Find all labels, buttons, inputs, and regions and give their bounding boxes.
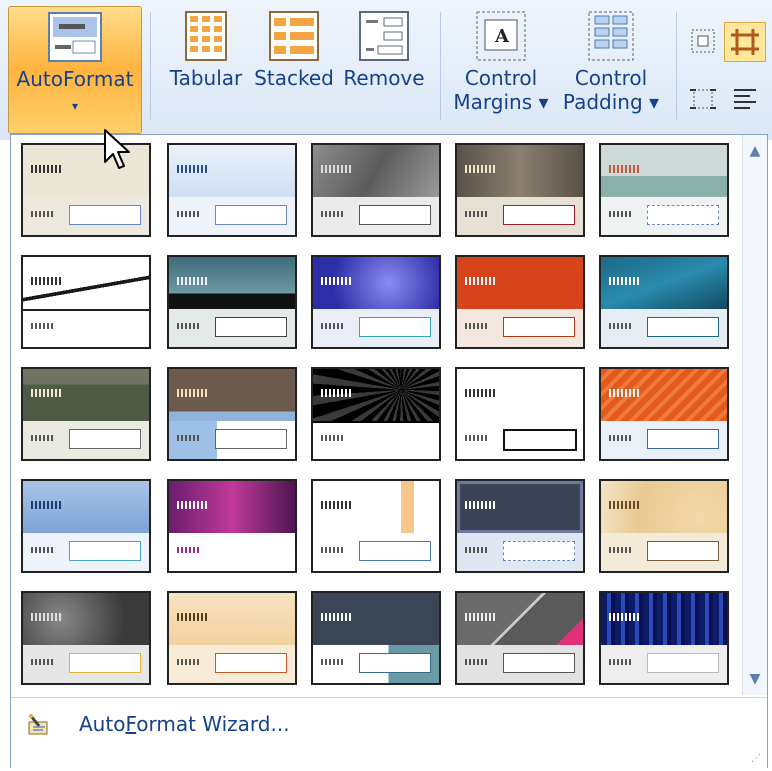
autoformat-style-20[interactable] <box>599 479 729 573</box>
control-padding-label-2: Padding ▾ <box>562 90 660 114</box>
wizard-label-accelerator: F <box>125 712 137 736</box>
autoformat-style-25[interactable] <box>599 591 729 685</box>
selected-layout-button[interactable] <box>724 22 766 62</box>
control-margins-button[interactable]: A Control Margins ▾ <box>450 6 552 126</box>
control-margins-label-2: Margins ▾ <box>453 90 549 114</box>
autoformat-wizard-menu-item[interactable]: AutoFormat Wizard... <box>79 712 290 736</box>
autoformat-style-17[interactable] <box>167 479 297 573</box>
autoformat-style-19[interactable] <box>455 479 585 573</box>
tabular-layout-icon <box>185 11 227 61</box>
remove-layout-icon <box>359 11 409 61</box>
align-icon[interactable] <box>730 84 760 114</box>
autoformat-style-18[interactable] <box>311 479 441 573</box>
autoformat-style-21[interactable] <box>21 591 151 685</box>
stacked-button[interactable]: Stacked <box>252 6 336 126</box>
autoformat-style-9[interactable] <box>455 255 585 349</box>
mouse-cursor-icon <box>104 129 130 169</box>
wizard-label-part: Auto <box>79 712 126 736</box>
control-padding-label-1: Control <box>574 66 648 90</box>
gallery-scrollbar[interactable]: ▲ ▼ <box>742 135 767 695</box>
stacked-label: Stacked <box>254 66 334 90</box>
dropdown-arrow-icon: ▾ <box>71 99 79 113</box>
wizard-label-part: ormat Wizard... <box>136 712 290 736</box>
remove-button[interactable]: Remove <box>340 6 428 126</box>
autoformat-gallery-dropdown: ▲ ▼ AutoFormat Wizard... ⋰ <box>10 134 768 768</box>
tabular-label: Tabular <box>169 66 243 90</box>
autoformat-style-7[interactable] <box>167 255 297 349</box>
grid-select-icon <box>731 29 759 55</box>
autoformat-style-4[interactable] <box>455 143 585 237</box>
ribbon-separator <box>150 12 151 120</box>
autoformat-style-2[interactable] <box>167 143 297 237</box>
tabular-button[interactable]: Tabular <box>166 6 246 126</box>
ribbon-separator <box>676 12 677 120</box>
autoformat-style-12[interactable] <box>167 367 297 461</box>
scroll-up-arrow-icon[interactable]: ▲ <box>743 139 767 163</box>
stacked-layout-icon <box>269 11 319 61</box>
autoformat-style-8[interactable] <box>311 255 441 349</box>
wizard-wand-icon <box>28 714 48 735</box>
autoformat-style-22[interactable] <box>167 591 297 685</box>
position-icon[interactable] <box>688 84 718 114</box>
autoformat-style-16[interactable] <box>21 479 151 573</box>
svg-text:A: A <box>494 26 510 47</box>
ribbon: AutoFormat ▾ Tabular Stacked Remove A Co… <box>0 0 772 140</box>
resize-grip-icon[interactable]: ⋰ <box>751 753 761 764</box>
control-padding-icon <box>588 11 634 61</box>
control-margins-icon: A <box>476 11 526 61</box>
autoformat-style-15[interactable] <box>599 367 729 461</box>
autoformat-style-3[interactable] <box>311 143 441 237</box>
scroll-down-arrow-icon[interactable]: ▼ <box>743 667 767 691</box>
remove-label: Remove <box>343 66 425 90</box>
control-margins-label-1: Control <box>464 66 538 90</box>
autoformat-style-23[interactable] <box>311 591 441 685</box>
gallery-footer: AutoFormat Wizard... ⋰ <box>11 697 767 768</box>
autoformat-style-24[interactable] <box>455 591 585 685</box>
autoformat-style-13[interactable] <box>311 367 441 461</box>
autoformat-style-6[interactable] <box>21 255 151 349</box>
autoformat-style-11[interactable] <box>21 367 151 461</box>
autoformat-style-14[interactable] <box>455 367 585 461</box>
autoformat-style-10[interactable] <box>599 255 729 349</box>
control-padding-button[interactable]: Control Padding ▾ <box>556 6 666 126</box>
autoformat-style-5[interactable] <box>599 143 729 237</box>
anchoring-icon[interactable] <box>688 26 718 56</box>
autoformat-icon <box>48 12 102 62</box>
autoformat-button[interactable]: AutoFormat ▾ <box>8 6 142 134</box>
ribbon-separator <box>440 12 441 120</box>
autoformat-label: AutoFormat <box>16 67 134 91</box>
